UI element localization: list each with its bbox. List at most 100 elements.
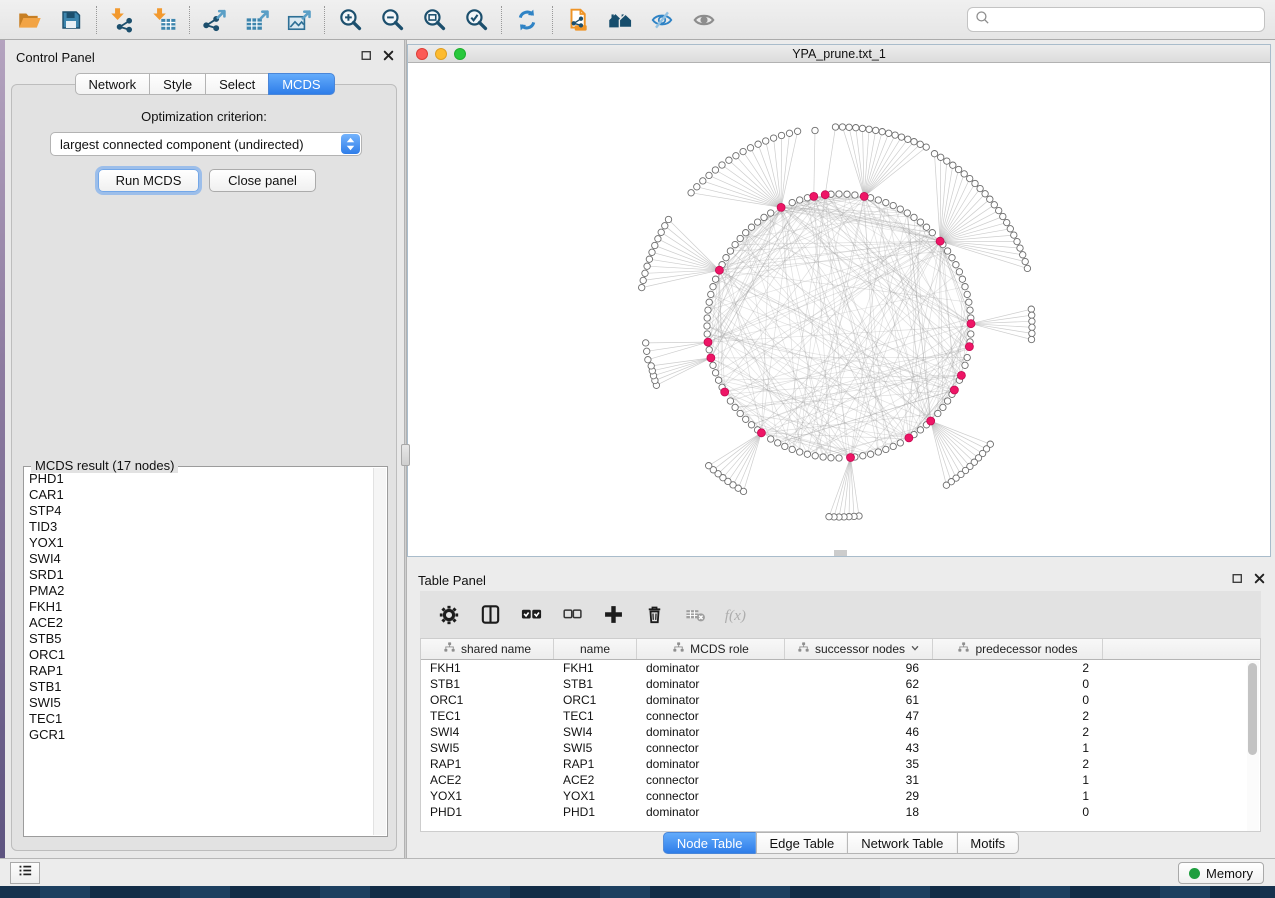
network-hub-node[interactable]	[927, 417, 935, 425]
network-node[interactable]	[646, 256, 652, 262]
network-node[interactable]	[649, 249, 655, 255]
node-table[interactable]: shared namenameMCDS rolesuccessor nodesp…	[420, 638, 1261, 832]
table-row[interactable]: RAP1RAP1dominator352	[421, 756, 1260, 772]
network-node[interactable]	[944, 158, 950, 164]
column-header-predecessor-nodes[interactable]: predecessor nodes	[933, 639, 1103, 659]
network-node[interactable]	[797, 197, 803, 203]
tab-network[interactable]: Network	[74, 73, 149, 95]
float-panel-icon[interactable]	[360, 49, 373, 62]
table-scrollbar[interactable]	[1247, 661, 1259, 831]
network-hub-node[interactable]	[721, 388, 729, 396]
network-node[interactable]	[897, 440, 903, 446]
export-network-icon[interactable]	[199, 4, 231, 36]
splitter-grab-handle[interactable]	[401, 444, 410, 466]
network-node[interactable]	[917, 141, 923, 147]
network-node[interactable]	[704, 323, 710, 329]
network-node[interactable]	[879, 129, 885, 135]
network-node[interactable]	[794, 128, 800, 134]
network-node[interactable]	[1024, 265, 1030, 271]
network-node[interactable]	[797, 449, 803, 455]
table-scrollbar-thumb[interactable]	[1248, 663, 1257, 755]
network-node[interactable]	[967, 307, 973, 313]
zoom-out-icon[interactable]	[376, 4, 408, 36]
mcds-result-item[interactable]: SWI5	[27, 695, 371, 711]
network-node[interactable]	[996, 207, 1002, 213]
network-node[interactable]	[644, 263, 650, 269]
network-node[interactable]	[1014, 238, 1020, 244]
network-node[interactable]	[898, 134, 904, 140]
close-panel-icon[interactable]	[1253, 572, 1266, 585]
network-node[interactable]	[642, 270, 648, 276]
network-node[interactable]	[737, 410, 743, 416]
network-node[interactable]	[804, 451, 810, 457]
network-node[interactable]	[883, 446, 889, 452]
network-node[interactable]	[911, 139, 917, 145]
table-row[interactable]: SWI5SWI5connector431	[421, 740, 1260, 756]
network-node[interactable]	[708, 291, 714, 297]
select-all-icon[interactable]	[519, 603, 543, 627]
zoom-in-icon[interactable]	[334, 4, 366, 36]
network-node[interactable]	[991, 202, 997, 208]
network-node[interactable]	[826, 514, 832, 520]
network-node[interactable]	[761, 214, 767, 220]
network-hub-node[interactable]	[715, 266, 723, 274]
table-row[interactable]: SWI4SWI4dominator462	[421, 724, 1260, 740]
table-row[interactable]: TEC1TEC1connector472	[421, 708, 1260, 724]
mcds-result-item[interactable]: FKH1	[27, 599, 371, 615]
network-hub-node[interactable]	[905, 434, 913, 442]
network-node[interactable]	[706, 172, 712, 178]
network-node[interactable]	[640, 277, 646, 283]
network-node[interactable]	[967, 175, 973, 181]
search-box[interactable]	[967, 7, 1265, 32]
network-node[interactable]	[911, 214, 917, 220]
network-hub-node[interactable]	[950, 386, 958, 394]
network-node[interactable]	[782, 443, 788, 449]
network-node[interactable]	[966, 299, 972, 305]
network-node[interactable]	[727, 248, 733, 254]
mcds-result-list[interactable]: PHD1CAR1STP4TID3YOX1SWI4SRD1PMA2FKH1ACE2…	[27, 471, 371, 833]
network-node[interactable]	[658, 229, 664, 235]
network-node[interactable]	[839, 124, 845, 130]
network-node[interactable]	[873, 127, 879, 133]
network-node[interactable]	[732, 404, 738, 410]
network-node[interactable]	[1011, 232, 1017, 238]
network-node[interactable]	[812, 453, 818, 459]
network-graph-svg[interactable]	[408, 63, 1270, 556]
mcds-result-item[interactable]: ORC1	[27, 647, 371, 663]
network-node[interactable]	[715, 377, 721, 383]
network-node[interactable]	[645, 357, 651, 363]
run-mcds-button[interactable]: Run MCDS	[98, 169, 199, 192]
network-node[interactable]	[743, 230, 749, 236]
mcds-result-item[interactable]: ACE2	[27, 615, 371, 631]
network-node[interactable]	[956, 269, 962, 275]
network-node[interactable]	[886, 130, 892, 136]
mcds-result-item[interactable]: SWI4	[27, 551, 371, 567]
network-node[interactable]	[1028, 306, 1034, 312]
network-node[interactable]	[748, 422, 754, 428]
network-node[interactable]	[892, 132, 898, 138]
zoom-selected-icon[interactable]	[460, 4, 492, 36]
network-node[interactable]	[949, 255, 955, 261]
network-node[interactable]	[768, 210, 774, 216]
network-resize-handle[interactable]	[834, 550, 847, 556]
network-node[interactable]	[706, 463, 712, 469]
network-node[interactable]	[1029, 330, 1035, 336]
network-node[interactable]	[977, 185, 983, 191]
delete-column-icon[interactable]	[642, 603, 666, 627]
network-node[interactable]	[972, 180, 978, 186]
network-node[interactable]	[938, 154, 944, 160]
memory-button[interactable]: Memory	[1178, 862, 1264, 884]
network-hub-node[interactable]	[967, 320, 975, 328]
network-node[interactable]	[953, 262, 959, 268]
refresh-icon[interactable]	[511, 4, 543, 36]
float-panel-icon[interactable]	[1231, 572, 1244, 585]
network-hub-node[interactable]	[965, 343, 973, 351]
network-hub-node[interactable]	[860, 192, 868, 200]
network-node[interactable]	[944, 248, 950, 254]
show-eye-icon[interactable]	[688, 4, 720, 36]
network-node[interactable]	[904, 210, 910, 216]
network-node[interactable]	[959, 276, 965, 282]
network-node[interactable]	[866, 126, 872, 132]
network-node[interactable]	[786, 130, 792, 136]
network-node[interactable]	[820, 454, 826, 460]
